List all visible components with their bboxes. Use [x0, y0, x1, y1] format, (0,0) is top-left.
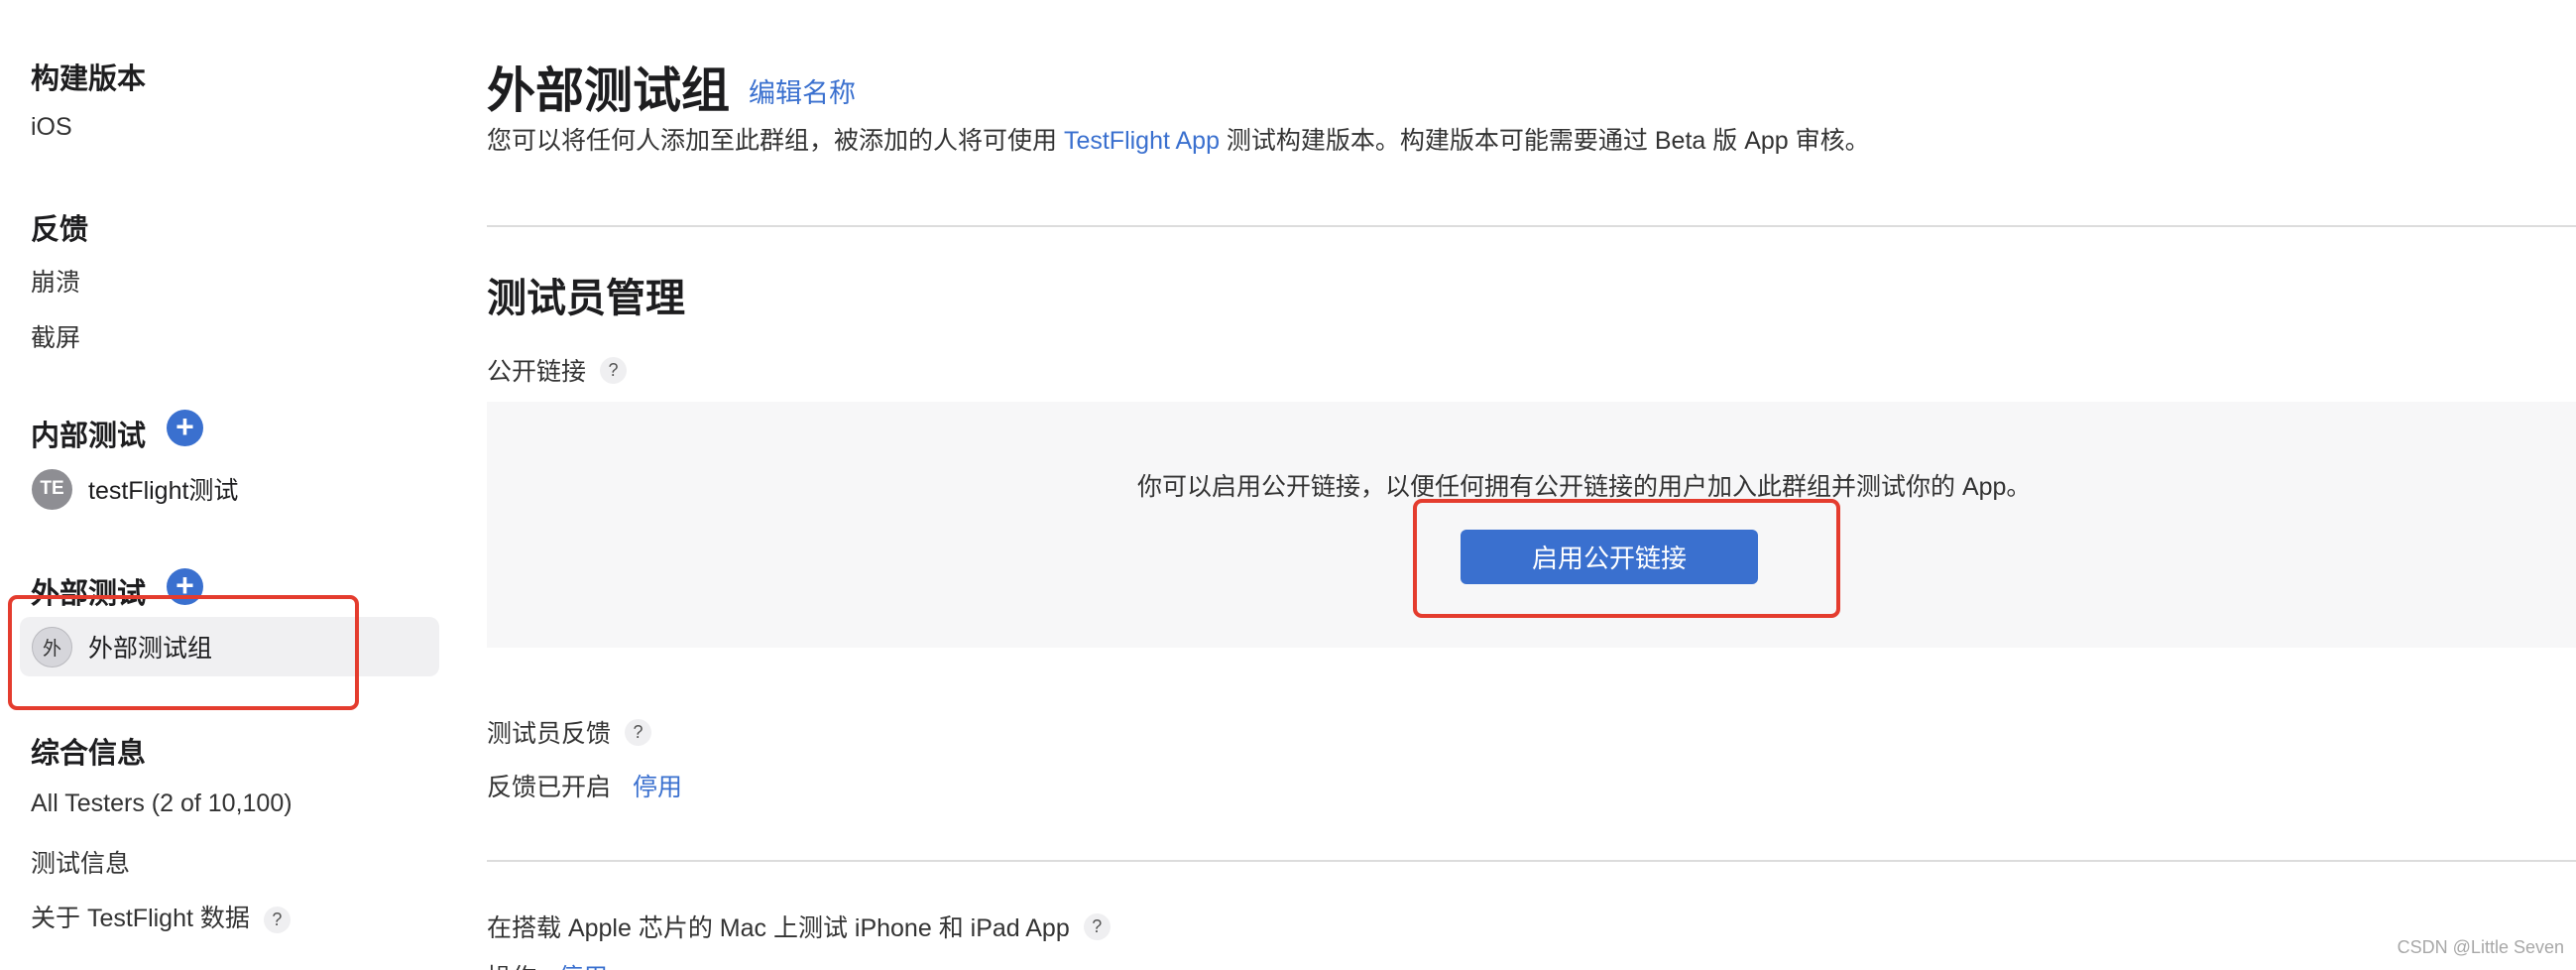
sidebar-item-all-testers[interactable]: All Testers (2 of 10,100): [31, 789, 293, 818]
mac-testing-status-row: 操作 停用: [487, 958, 608, 970]
tester-feedback-label: 测试员反馈?: [487, 714, 652, 750]
mac-testing-label-text: 在搭载 Apple 芯片的 Mac 上测试 iPhone 和 iPad App: [487, 914, 1070, 942]
sidebar-section-external-testing: 外部测试: [31, 578, 147, 610]
testflight-app-link[interactable]: TestFlight App: [1064, 127, 1220, 155]
add-external-group-button[interactable]: +: [167, 568, 203, 605]
feedback-status: 反馈已开启: [487, 774, 612, 801]
group-label: testFlight测试: [88, 477, 239, 505]
description-prefix: 您可以将任何人添加至此群组，被添加的人将可使用: [487, 127, 1064, 155]
public-link-info: 你可以启用公开链接，以便任何拥有公开链接的用户加入此群组并测试你的 App。: [1137, 473, 2032, 501]
sidebar-item-about-data[interactable]: 关于 TestFlight 数据?: [31, 899, 291, 934]
mac-testing-label: 在搭载 Apple 芯片的 Mac 上测试 iPhone 和 iPad App?: [487, 909, 1111, 944]
page-title: 外部测试组: [487, 64, 731, 118]
help-icon[interactable]: ?: [600, 356, 628, 384]
section-divider: [487, 225, 2576, 227]
sidebar-item-crashes[interactable]: 崩溃: [31, 263, 80, 299]
disable-mac-testing-link[interactable]: 停用: [558, 958, 608, 970]
tester-management-title: 测试员管理: [487, 277, 685, 320]
group-label: 外部测试组: [88, 635, 213, 663]
sidebar: 构建版本 iOS 反馈 崩溃 截屏 内部测试 + TE testFlight测试…: [0, 0, 456, 970]
enable-public-link-button[interactable]: 启用公开链接: [1461, 530, 1758, 584]
sidebar-section-internal-testing: 内部测试: [31, 421, 147, 452]
mac-testing-status: 操作: [487, 958, 536, 970]
section-divider: [487, 860, 2576, 862]
group-avatar: TE: [32, 468, 72, 510]
help-icon[interactable]: ?: [263, 906, 291, 933]
tester-feedback-label-text: 测试员反馈: [487, 720, 612, 748]
sidebar-item-internal-group[interactable]: TE testFlight测试: [20, 459, 439, 519]
watermark: CSDN @Little Seven: [2397, 937, 2564, 957]
sidebar-item-test-info[interactable]: 测试信息: [31, 844, 130, 880]
sidebar-item-screenshots[interactable]: 截屏: [31, 318, 80, 354]
group-description: 您可以将任何人添加至此群组，被添加的人将可使用 TestFlight App 测…: [487, 121, 1870, 157]
public-link-label: 公开链接?: [487, 352, 628, 388]
public-link-panel: [487, 402, 2576, 648]
add-internal-group-button[interactable]: +: [167, 410, 203, 446]
disable-feedback-link[interactable]: 停用: [633, 768, 682, 803]
sidebar-section-feedback: 反馈: [31, 214, 89, 246]
description-suffix: 测试构建版本。构建版本可能需要通过 Beta 版 App 审核。: [1219, 127, 1870, 155]
edit-name-link[interactable]: 编辑名称: [749, 71, 856, 110]
sidebar-item-ios[interactable]: iOS: [31, 113, 72, 142]
public-link-label-text: 公开链接: [487, 358, 587, 386]
sidebar-section-general-info: 综合信息: [31, 738, 147, 770]
feedback-status-row: 反馈已开启 停用: [487, 768, 682, 803]
help-icon[interactable]: ?: [1083, 912, 1111, 940]
sidebar-section-builds: 构建版本: [31, 63, 147, 95]
about-data-label: 关于 TestFlight 数据: [31, 905, 250, 932]
sidebar-item-external-group[interactable]: 外 外部测试组: [20, 617, 439, 676]
help-icon[interactable]: ?: [625, 718, 652, 746]
group-avatar: 外: [32, 626, 72, 667]
